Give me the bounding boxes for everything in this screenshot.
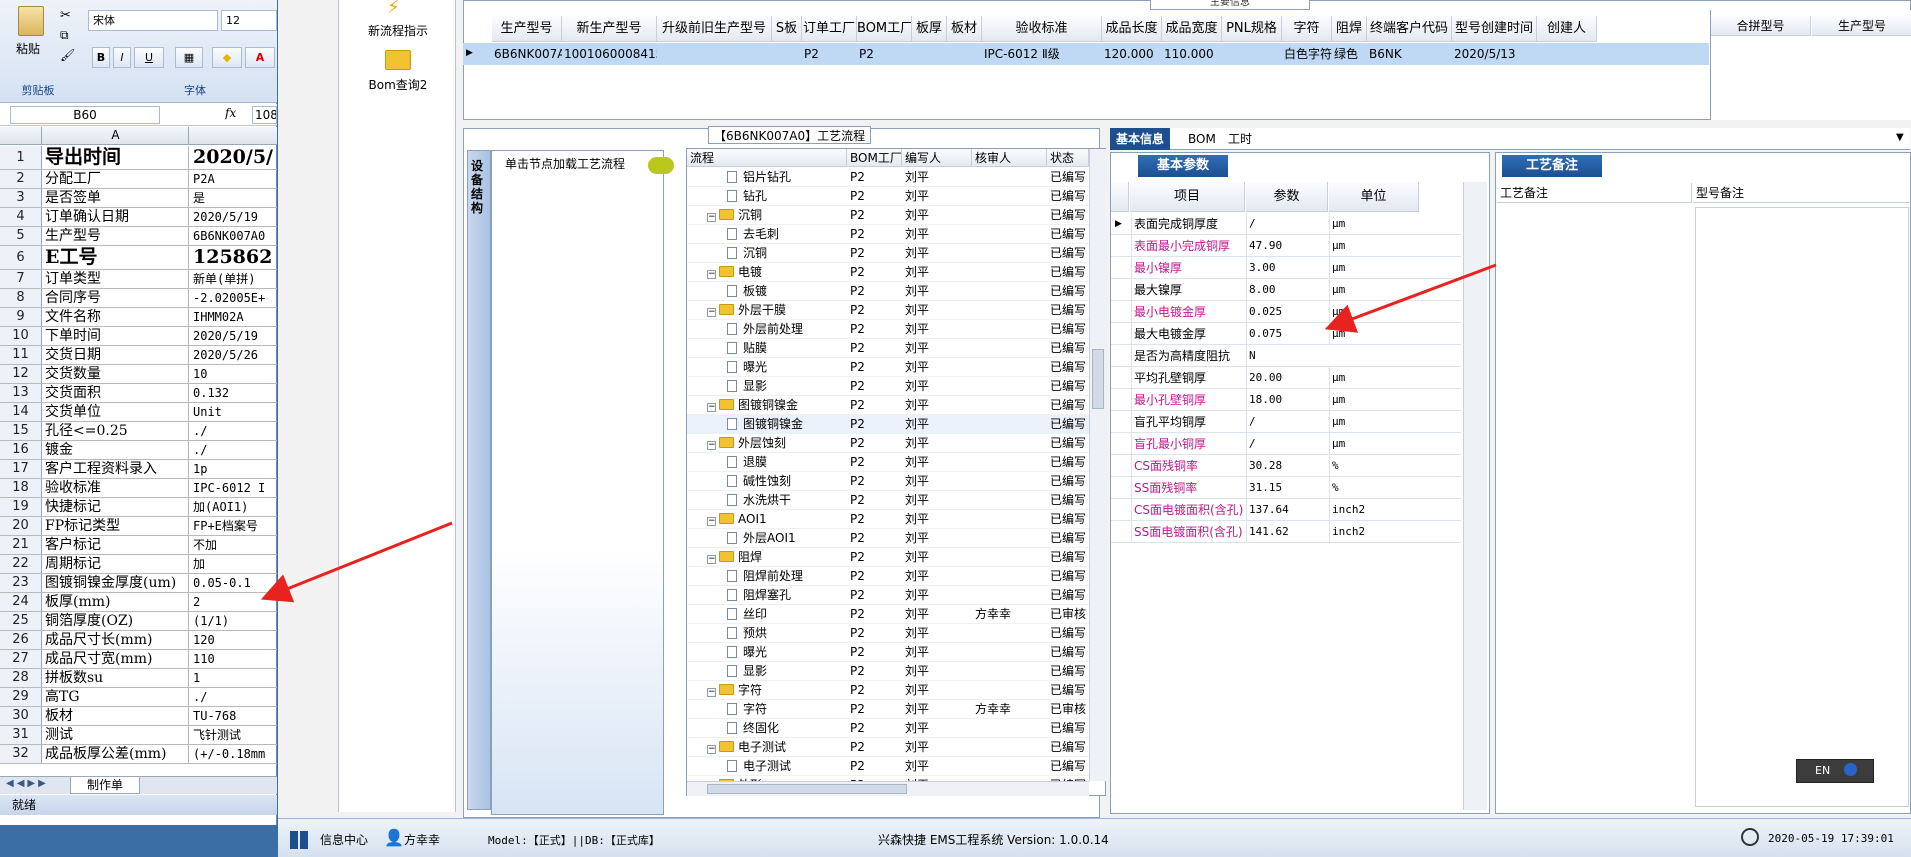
status-bar: 信息中心 👤 方幸幸 Model:【正式】||DB:【正式库】 兴森快捷 EMS…	[278, 818, 1911, 857]
grid-icon[interactable]	[290, 831, 308, 849]
model-db-status: Model:【正式】||DB:【正式库】	[488, 834, 660, 847]
user-icon: 👤	[384, 828, 404, 847]
info-center-link[interactable]: 信息中心	[320, 831, 368, 848]
help-icon[interactable]	[1843, 763, 1857, 776]
system-version: 兴森快捷 EMS工程系统 Version: 1.0.0.14	[878, 833, 1109, 847]
arrow-to-excel-row	[260, 521, 453, 603]
annotation-arrows	[260, 263, 1497, 603]
current-user: 方幸幸	[404, 833, 441, 847]
ime-language-bar[interactable]: EN	[1796, 759, 1874, 783]
datetime: 2020-05-19 17:39:01	[1768, 832, 1894, 845]
clock-icon	[1741, 828, 1759, 846]
ime-label: EN	[1815, 764, 1831, 777]
arrow-to-gold-thickness	[1324, 263, 1497, 333]
